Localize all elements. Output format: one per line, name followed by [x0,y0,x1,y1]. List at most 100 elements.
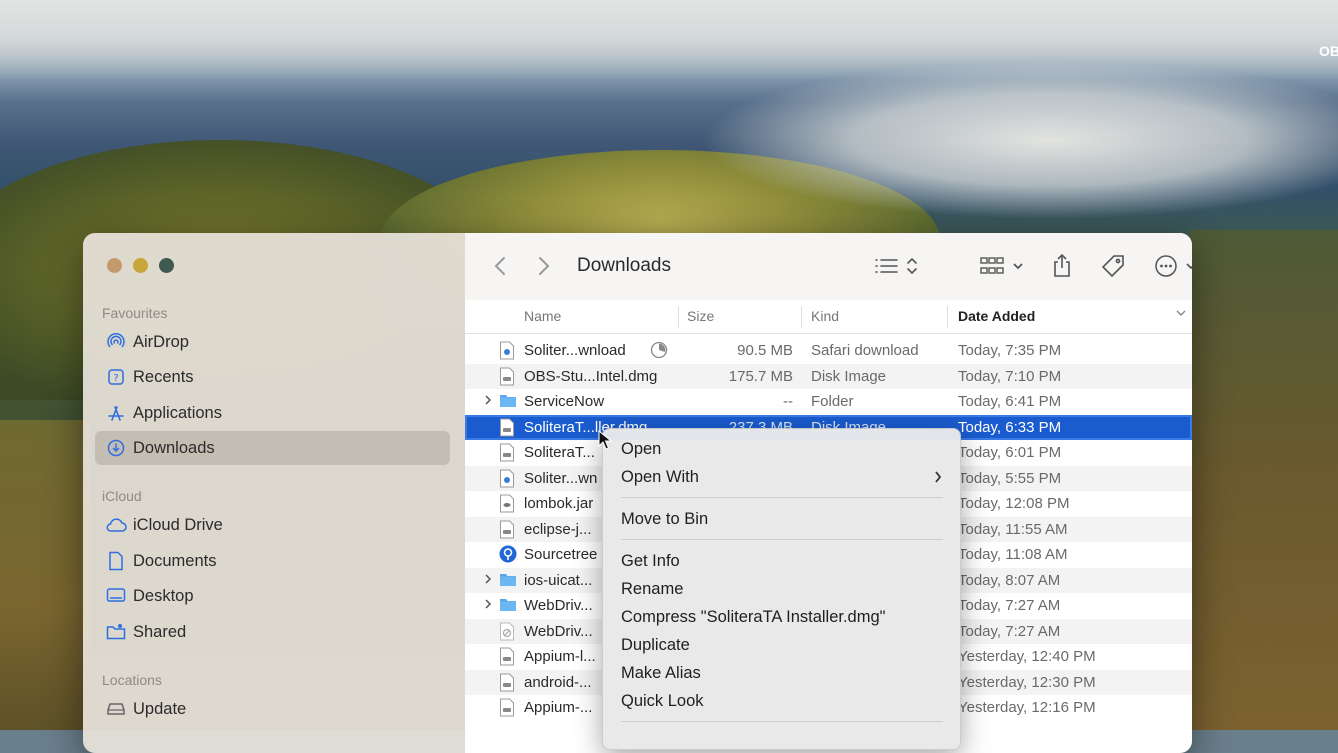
forward-button[interactable] [537,253,551,279]
disclosure-chevron-icon[interactable] [483,596,493,615]
sidebar-item-documents[interactable]: Documents [95,544,450,578]
close-button[interactable] [107,258,122,273]
file-kind: Safari download [811,342,919,359]
desktop-icon [105,585,127,607]
mouse-pointer-icon [598,429,613,450]
chevron-right-icon [933,468,943,491]
column-name[interactable]: Name [524,308,561,324]
folder-icon [499,571,517,590]
sidebar: Favourites AirDrop ? Recents Application… [83,233,465,753]
file-size: 90.5 MB [737,342,793,359]
more-actions-button[interactable] [1153,253,1192,279]
sidebar-item-label: Applications [133,403,222,422]
column-divider [801,306,802,328]
menu-item-quick-look[interactable]: Quick Look [621,692,704,711]
window-title: Downloads [577,255,671,276]
file-name: ServiceNow [524,393,605,410]
sidebar-item-update[interactable]: Update [95,692,450,726]
sidebar-item-downloads[interactable]: Downloads [95,431,450,465]
file-row[interactable]: OBS-Stu...Intel.dmg 175.7 MB Disk Image Tod… [465,363,1192,389]
airdrop-icon [105,331,127,353]
group-button[interactable] [979,253,1027,279]
file-date-added: Today, 11:08 AM [958,546,1068,563]
column-size[interactable]: Size [687,308,714,324]
file-date-added: Today, 8:07 AM [958,571,1061,589]
list-view-button[interactable] [873,253,919,279]
file-date-added: Today, 7:27 AM [958,597,1061,614]
sort-chevron-icon[interactable] [1175,306,1187,323]
sidebar-item-airdrop[interactable]: AirDrop [95,325,450,359]
share-icon[interactable] [1051,253,1073,279]
tag-icon[interactable] [1100,253,1126,279]
drive-icon [105,698,127,720]
sidebar-item-label: Downloads [133,438,215,457]
menu-item-duplicate[interactable]: Duplicate [621,636,690,655]
sidebar-item-applications[interactable]: Applications [95,396,450,430]
file-name: WebDriv... [524,597,593,614]
disk-image-icon [499,647,517,666]
file-date-added: Today, 6:01 PM [958,444,1062,461]
sidebar-item-label: Shared [133,622,187,641]
menu-item-label: Open With [621,468,699,486]
menu-item-move-to-bin[interactable]: Move to Bin [621,510,708,529]
column-date-added[interactable]: Date Added [958,308,1035,324]
sidebar-item-label: Documents [133,551,217,570]
downloads-icon [105,437,127,459]
file-name: Appium-l... [524,648,596,665]
disclosure-chevron-icon[interactable] [483,571,493,590]
clock-icon: ? [105,366,127,388]
minimize-button[interactable] [133,258,148,273]
wallpaper-vineyard-right [1190,230,1338,730]
file-name: Soliter...wnload [524,342,626,359]
context-menu: Open Open With Move to Bin Get Info Rena… [602,428,961,750]
file-name: Sourcetree [524,546,598,563]
disk-image-icon [499,520,517,539]
column-header: Name Size Kind Date Added [465,300,1192,334]
blocked-file-icon [499,622,517,641]
disk-image-icon [499,698,517,717]
file-name: Appium-... [524,699,593,716]
file-kind: Folder [811,393,854,410]
document-icon [105,550,127,572]
file-date-added: Yesterday, 12:16 PM [958,699,1096,716]
file-name: lombok.jar [524,495,594,512]
safari-download-icon [499,469,517,488]
file-kind: Disk Image [811,367,887,385]
menu-item-compress[interactable]: Compress "SoliteraTA Installer.dmg" [621,608,886,627]
disk-image-icon [499,418,517,437]
toolbar: Downloads [465,233,1192,300]
sidebar-item-shared[interactable]: Shared [95,615,450,649]
shared-folder-icon [105,621,127,643]
menu-item-open[interactable]: Open [621,440,661,459]
menu-item-make-alias[interactable]: Make Alias [621,664,701,683]
file-row[interactable]: Soliter...wnload 90.5 MB Safari download To… [465,338,1192,364]
file-date-added: Yesterday, 12:40 PM [958,648,1096,665]
menu-separator [621,539,943,540]
cloud-icon [105,514,127,536]
file-date-added: Today, 7:27 AM [958,622,1061,640]
file-name: ios-uicat... [524,571,593,589]
back-button[interactable] [493,253,507,279]
jar-icon [499,494,517,513]
column-kind[interactable]: Kind [811,308,839,324]
zoom-button[interactable] [159,258,174,273]
column-divider [678,306,679,328]
menu-item-open-with[interactable]: Open With [621,468,943,487]
file-name: SoliteraT... [524,444,595,461]
section-favourites: Favourites [102,305,168,321]
sidebar-item-recents[interactable]: ? Recents [95,360,450,394]
download-progress-icon[interactable] [650,341,668,363]
file-name: OBS-Stu...Intel.dmg [524,367,658,385]
file-row[interactable]: ServiceNow -- Folder Today, 6:41 PM [465,389,1192,415]
menu-item-get-info[interactable]: Get Info [621,552,680,571]
file-date-added: Today, 6:33 PM [958,418,1062,436]
folder-icon [499,596,517,615]
desktop-icon-label[interactable]: OBS [1319,43,1338,59]
section-icloud: iCloud [102,488,142,504]
disclosure-chevron-icon[interactable] [483,392,493,411]
sidebar-item-desktop[interactable]: Desktop [95,579,450,613]
sidebar-item-icloud-drive[interactable]: iCloud Drive [95,508,450,542]
menu-item-rename[interactable]: Rename [621,580,683,599]
svg-text:?: ? [113,373,118,384]
menu-separator [621,721,943,722]
